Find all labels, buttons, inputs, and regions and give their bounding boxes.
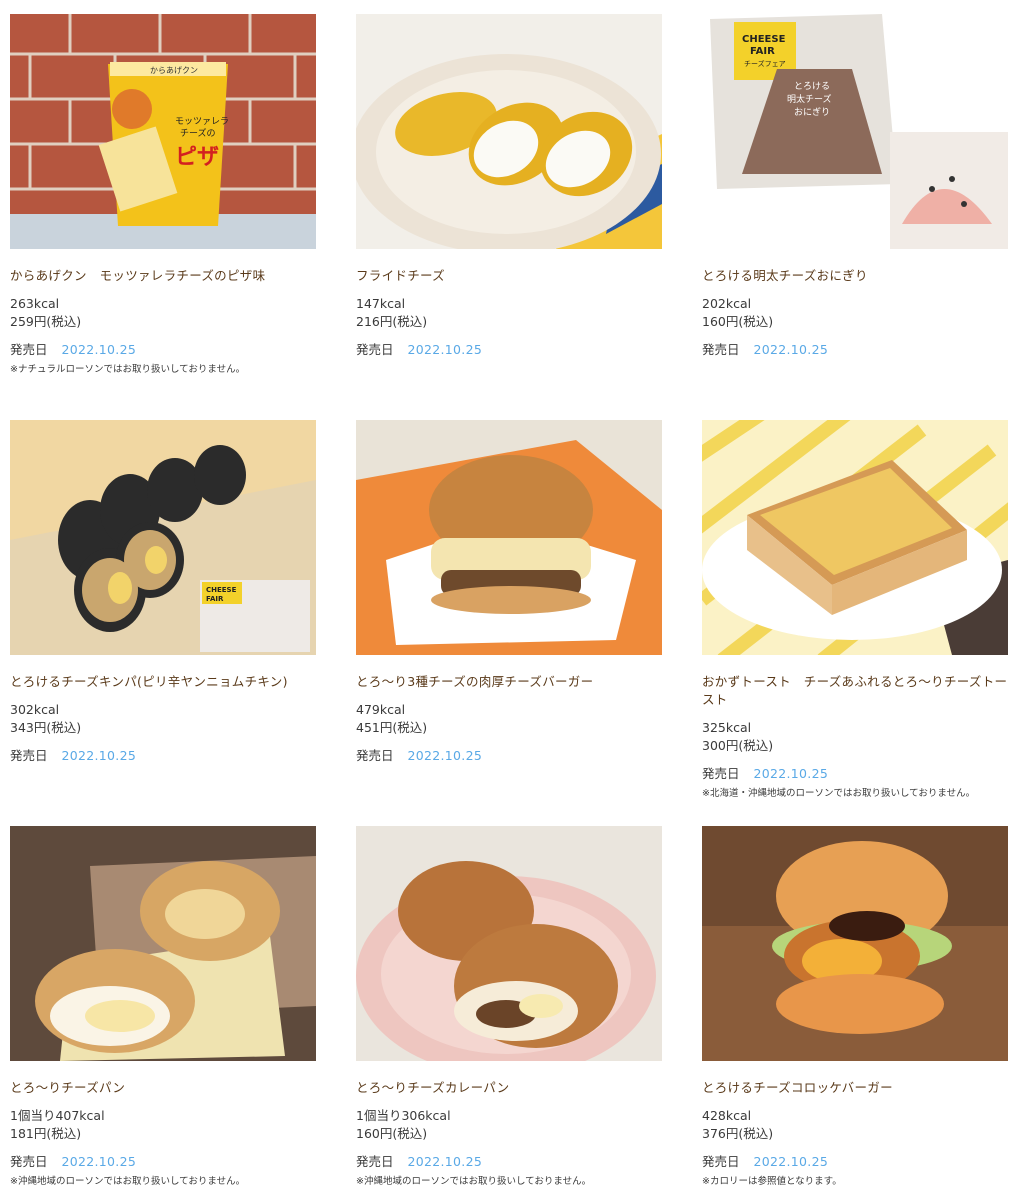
svg-text:チーズフェア: チーズフェア (744, 59, 786, 68)
product-price: 376円(税込) (702, 1126, 774, 1141)
release-date: 2022.10.25 (753, 1154, 829, 1169)
product-note: ※沖縄地域のローソンではお取り扱いしておりません。 (356, 1176, 592, 1187)
product-card[interactable]: CHEESE FAIR とろけるチーズキンパ(ピリ辛ヤンニョムチキン) 302k… (10, 420, 316, 765)
product-price: 181円(税込) (10, 1126, 82, 1141)
release-date: 2022.10.25 (407, 1154, 483, 1169)
product-calories: 263kcal (10, 296, 60, 311)
release-label: 発売日 (10, 1154, 48, 1169)
release-label: 発売日 (356, 342, 394, 357)
product-calories: 428kcal (702, 1108, 752, 1123)
release-info: 発売日 2022.10.25 (356, 1153, 662, 1171)
product-note: ※北海道・沖縄地域のローソンではお取り扱いしておりません。 (702, 788, 976, 799)
release-label: 発売日 (702, 342, 740, 357)
release-date: 2022.10.25 (61, 748, 137, 763)
product-note: ※カロリーは参照値となります。 (702, 1176, 842, 1187)
svg-text:明太チーズ: 明太チーズ (787, 93, 832, 105)
release-info: 発売日 2022.10.25 (10, 1153, 316, 1171)
product-photo[interactable] (702, 420, 1008, 655)
product-calories: 1個当り407kcal (10, 1108, 105, 1123)
svg-text:とろける: とろける (794, 81, 830, 92)
release-label: 発売日 (356, 1154, 394, 1169)
svg-text:チーズの: チーズの (180, 127, 216, 139)
svg-text:FAIR: FAIR (750, 46, 775, 57)
product-name[interactable]: とろける明太チーズおにぎり (702, 267, 1008, 285)
product-name[interactable]: とろ～りチーズカレーパン (356, 1079, 662, 1097)
product-price: 160円(税込) (702, 314, 774, 329)
product-calories: 325kcal (702, 720, 752, 735)
product-note: ※ナチュラルローソンではお取り扱いしておりません。 (10, 364, 246, 375)
release-info: 発売日 2022.10.25 (702, 341, 1008, 359)
product-name[interactable]: おかずトースト チーズあふれるとろ～りチーズトースト (702, 673, 1008, 709)
release-info: 発売日 2022.10.25 (356, 341, 662, 359)
product-photo[interactable]: CHEESE FAIR (10, 420, 316, 655)
product-card[interactable]: おかずトースト チーズあふれるとろ～りチーズトースト 325kcal 300円(… (702, 420, 1008, 801)
release-label: 発売日 (702, 766, 740, 781)
product-photo[interactable] (356, 826, 662, 1061)
product-calories: 202kcal (702, 296, 752, 311)
product-card[interactable]: とろ～り3種チーズの肉厚チーズバーガー 479kcal 451円(税込) 発売日… (356, 420, 662, 765)
product-photo[interactable]: からあげクン モッツァレラ チーズの ピザ (10, 14, 316, 249)
product-name[interactable]: とろけるチーズコロッケバーガー (702, 1079, 1008, 1097)
release-label: 発売日 (10, 748, 48, 763)
product-note: ※沖縄地域のローソンではお取り扱いしておりません。 (10, 1176, 246, 1187)
product-card[interactable]: フライドチーズ 147kcal 216円(税込) 発売日 2022.10.25 (356, 14, 662, 359)
svg-text:CHEESE: CHEESE (742, 34, 786, 45)
release-date: 2022.10.25 (61, 1154, 137, 1169)
product-name[interactable]: とろ～りチーズパン (10, 1079, 316, 1097)
product-calories: 1個当り306kcal (356, 1108, 451, 1123)
release-label: 発売日 (356, 748, 394, 763)
release-info: 発売日 2022.10.25 (10, 341, 316, 359)
product-photo[interactable] (356, 420, 662, 655)
product-price: 259円(税込) (10, 314, 82, 329)
product-price: 216円(税込) (356, 314, 428, 329)
product-name[interactable]: からあげクン モッツァレラチーズのピザ味 (10, 267, 316, 285)
svg-text:モッツァレラ: モッツァレラ (175, 116, 229, 127)
release-info: 発売日 2022.10.25 (10, 747, 316, 765)
product-card[interactable]: とろ～りチーズパン 1個当り407kcal 181円(税込) 発売日 2022.1… (10, 826, 316, 1189)
product-price: 451円(税込) (356, 720, 428, 735)
svg-text:おにぎり: おにぎり (794, 106, 830, 118)
release-label: 発売日 (702, 1154, 740, 1169)
product-calories: 147kcal (356, 296, 406, 311)
release-date: 2022.10.25 (407, 342, 483, 357)
release-label: 発売日 (10, 342, 48, 357)
release-date: 2022.10.25 (753, 766, 829, 781)
product-card[interactable]: CHEESE FAIR チーズフェア とろける 明太チーズ おにぎり とろける明… (702, 14, 1008, 359)
product-card[interactable]: とろ～りチーズカレーパン 1個当り306kcal 160円(税込) 発売日 202… (356, 826, 662, 1189)
product-name[interactable]: フライドチーズ (356, 267, 662, 285)
product-photo[interactable] (702, 826, 1008, 1061)
svg-text:ピザ: ピザ (175, 145, 219, 170)
product-photo[interactable] (10, 826, 316, 1061)
svg-text:CHEESE: CHEESE (206, 586, 237, 594)
release-date: 2022.10.25 (61, 342, 137, 357)
product-card[interactable]: とろけるチーズコロッケバーガー 428kcal 376円(税込) 発売日 2022… (702, 826, 1008, 1189)
product-price: 160円(税込) (356, 1126, 428, 1141)
release-info: 発売日 2022.10.25 (702, 1153, 1008, 1171)
product-card[interactable]: からあげクン モッツァレラ チーズの ピザ からあげクン モッツァレラチーズのピ… (10, 14, 316, 377)
product-calories: 479kcal (356, 702, 406, 717)
product-name[interactable]: とろ～り3種チーズの肉厚チーズバーガー (356, 673, 662, 691)
product-price: 343円(税込) (10, 720, 82, 735)
release-info: 発売日 2022.10.25 (356, 747, 662, 765)
release-date: 2022.10.25 (407, 748, 483, 763)
svg-text:からあげクン: からあげクン (150, 66, 198, 75)
product-photo[interactable]: CHEESE FAIR チーズフェア とろける 明太チーズ おにぎり (702, 14, 1008, 249)
svg-text:FAIR: FAIR (206, 595, 224, 603)
release-date: 2022.10.25 (753, 342, 829, 357)
product-name[interactable]: とろけるチーズキンパ(ピリ辛ヤンニョムチキン) (10, 673, 316, 691)
product-photo[interactable] (356, 14, 662, 249)
product-calories: 302kcal (10, 702, 60, 717)
release-info: 発売日 2022.10.25 (702, 765, 1008, 783)
product-price: 300円(税込) (702, 738, 774, 753)
